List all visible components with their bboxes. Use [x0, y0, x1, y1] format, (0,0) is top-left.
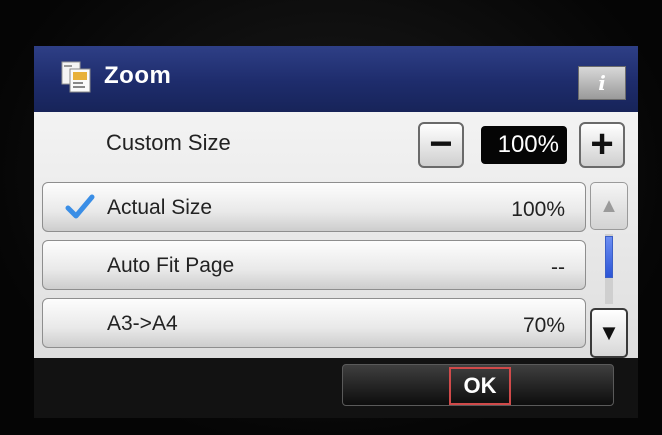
option-actual-size[interactable]: Actual Size 100% [42, 182, 586, 232]
ok-button[interactable]: OK [342, 364, 614, 406]
increase-zoom-button[interactable]: + [579, 122, 625, 168]
down-arrow-icon: ▼ [598, 320, 620, 345]
scroll-up-button[interactable]: ▲ [590, 182, 628, 230]
zoom-options-list: Actual Size 100% Auto Fit Page -- A3->A4… [42, 182, 586, 358]
option-value: -- [551, 256, 565, 279]
option-value: 100% [511, 198, 565, 221]
zoom-panel: Custom Size − 100% + Actual Size 100% Au… [34, 112, 638, 358]
custom-size-label: Custom Size [106, 130, 231, 155]
ok-button-label: OK [449, 367, 511, 405]
info-icon: i [598, 71, 606, 95]
printer-bezel: Zoom i Custom Size − 100% + Actual Size … [0, 0, 662, 435]
info-button[interactable]: i [578, 66, 626, 100]
zoom-value-field[interactable]: 100% [481, 126, 567, 164]
option-label: A3->A4 [107, 312, 178, 335]
option-a3-to-a4[interactable]: A3->A4 70% [42, 298, 586, 348]
option-label: Actual Size [107, 196, 213, 219]
checkmark-icon [65, 193, 95, 221]
decrease-zoom-button[interactable]: − [418, 122, 464, 168]
page-title: Zoom [104, 62, 172, 89]
scroll-down-button[interactable]: ▼ [590, 308, 628, 358]
up-arrow-icon: ▲ [599, 195, 619, 217]
lcd-screen: Zoom i Custom Size − 100% + Actual Size … [34, 46, 638, 418]
title-bar: Zoom i [34, 46, 638, 112]
option-label: Auto Fit Page [107, 254, 235, 277]
zoom-copy-icon [60, 60, 92, 94]
option-value: 70% [522, 314, 565, 337]
list-scrollbar[interactable]: ▲ ▼ [590, 182, 628, 358]
option-auto-fit-page[interactable]: Auto Fit Page -- [42, 240, 586, 290]
scroll-thumb[interactable] [605, 236, 613, 278]
footer-bar: OK [34, 358, 638, 418]
